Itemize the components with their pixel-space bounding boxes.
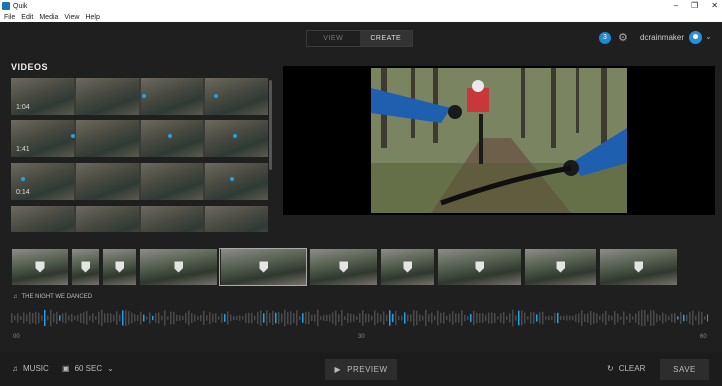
timeline-strip bbox=[11, 248, 708, 286]
video-row[interactable]: 1:04 bbox=[11, 78, 268, 115]
music-label: MUSIC bbox=[23, 364, 49, 373]
menu-media[interactable]: Media bbox=[39, 14, 58, 21]
undo-icon: ↻ bbox=[607, 364, 614, 373]
highlight-marker bbox=[71, 134, 75, 138]
library-scrollbar[interactable] bbox=[269, 80, 272, 170]
menu-help[interactable]: Help bbox=[85, 14, 99, 21]
highlight-tag-icon bbox=[403, 261, 412, 273]
timeline-clip[interactable] bbox=[219, 248, 307, 286]
highlight-marker bbox=[168, 134, 172, 138]
save-button[interactable]: SAVE bbox=[660, 359, 709, 380]
bottom-bar: ♫ MUSIC ▣ 60 SEC ⌄ ▶ PREVIEW ↻ CLEAR SAV… bbox=[0, 352, 722, 386]
chevron-down-icon[interactable]: ⌄ bbox=[705, 32, 712, 41]
video-duration: 0:14 bbox=[16, 189, 30, 196]
music-track: ♫ THE NIGHT WE DANCED bbox=[13, 294, 92, 300]
minimize-button[interactable]: – bbox=[674, 0, 678, 12]
username[interactable]: dcrainmaker bbox=[640, 33, 684, 42]
timeline-clip[interactable] bbox=[139, 249, 217, 285]
save-label: SAVE bbox=[673, 365, 696, 374]
highlight-tag-icon bbox=[115, 261, 124, 273]
tick-start: 00 bbox=[13, 334, 20, 340]
menu-file[interactable]: File bbox=[4, 14, 15, 21]
tab-view[interactable]: VIEW bbox=[307, 31, 360, 46]
timeline-clip[interactable] bbox=[524, 249, 596, 285]
highlight-marker bbox=[214, 94, 218, 98]
duration-selector[interactable]: ▣ 60 SEC ⌄ bbox=[62, 364, 114, 373]
video-row[interactable]: 1:41 bbox=[11, 120, 268, 157]
tick-end: 60 bbox=[700, 334, 707, 340]
highlight-marker bbox=[21, 177, 25, 181]
video-row[interactable]: 0:14 bbox=[11, 163, 268, 200]
app-icon bbox=[2, 2, 10, 10]
preview-button[interactable]: ▶ PREVIEW bbox=[325, 359, 397, 380]
title-bar: Quik – ❐ ✕ bbox=[0, 0, 722, 12]
clear-label: CLEAR bbox=[618, 364, 646, 373]
music-note-icon: ♫ bbox=[12, 364, 18, 373]
duration-label: 60 SEC bbox=[74, 364, 103, 373]
timeline-clip[interactable] bbox=[437, 249, 521, 285]
timeline-clip[interactable] bbox=[71, 249, 99, 285]
close-button[interactable]: ✕ bbox=[711, 0, 718, 12]
avatar-icon[interactable] bbox=[689, 31, 702, 44]
notification-badge[interactable]: 3 bbox=[599, 32, 611, 44]
gear-icon[interactable]: ⚙ bbox=[618, 31, 628, 44]
menu-view[interactable]: View bbox=[64, 14, 79, 21]
highlight-tag-icon bbox=[259, 261, 268, 273]
clear-button[interactable]: ↻ CLEAR bbox=[607, 364, 645, 373]
song-title: THE NIGHT WE DANCED bbox=[21, 294, 93, 300]
film-icon: ▣ bbox=[62, 364, 70, 373]
music-note-icon: ♫ bbox=[13, 294, 18, 300]
timeline-clip[interactable] bbox=[599, 249, 677, 285]
timeline-clip[interactable] bbox=[102, 249, 136, 285]
play-icon: ▶ bbox=[334, 365, 342, 374]
window-title: Quik bbox=[13, 2, 28, 10]
video-library: 1:04 1:41 0:14 bbox=[11, 78, 268, 232]
music-button[interactable]: ♫ MUSIC bbox=[12, 364, 49, 373]
highlight-marker bbox=[230, 177, 234, 181]
highlight-tag-icon bbox=[339, 261, 348, 273]
tick-mid: 30 bbox=[358, 334, 365, 340]
highlight-marker bbox=[233, 134, 237, 138]
videos-heading: VIDEOS bbox=[11, 62, 49, 72]
tab-create[interactable]: CREATE bbox=[359, 31, 412, 46]
highlight-tag-icon bbox=[35, 261, 45, 273]
timeline-clip[interactable] bbox=[11, 249, 68, 285]
highlight-tag-icon bbox=[556, 261, 565, 273]
highlight-tag-icon bbox=[81, 261, 90, 273]
timeline-clip[interactable] bbox=[309, 249, 377, 285]
video-frame bbox=[371, 68, 627, 213]
highlight-marker bbox=[142, 94, 146, 98]
menu-bar: File Edit Media View Help bbox=[0, 12, 722, 22]
top-bar: VIEW CREATE 3 ⚙ dcrainmaker ⌄ bbox=[0, 22, 722, 58]
highlight-tag-icon bbox=[174, 261, 183, 273]
maximize-button[interactable]: ❐ bbox=[691, 0, 698, 12]
timeline-clip[interactable] bbox=[380, 249, 434, 285]
video-duration: 1:41 bbox=[16, 146, 30, 153]
window-controls: – ❐ ✕ bbox=[674, 0, 718, 12]
mode-switch: VIEW CREATE bbox=[306, 30, 413, 47]
menu-edit[interactable]: Edit bbox=[21, 14, 33, 21]
video-duration: 1:04 bbox=[16, 104, 30, 111]
highlight-tag-icon bbox=[634, 261, 643, 273]
audio-waveform[interactable] bbox=[11, 306, 708, 330]
chevron-down-icon: ⌄ bbox=[107, 364, 114, 373]
video-row[interactable] bbox=[11, 206, 268, 232]
highlight-tag-icon bbox=[475, 261, 484, 273]
preview-label: PREVIEW bbox=[347, 365, 388, 374]
